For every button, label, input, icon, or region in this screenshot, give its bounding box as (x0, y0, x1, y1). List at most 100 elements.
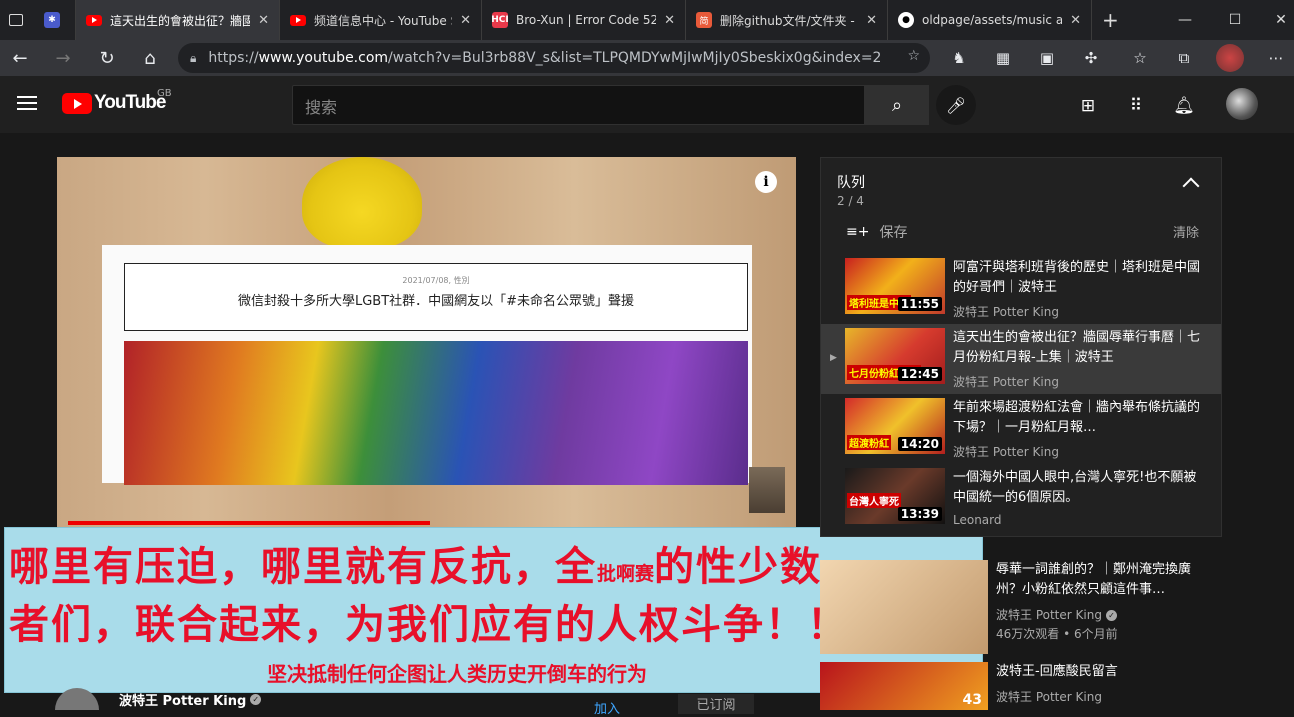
banner-line-1b: 的性少数 (654, 544, 823, 590)
playlist-add-icon: ≡+ (846, 224, 870, 240)
close-icon[interactable]: ✕ (866, 13, 877, 28)
home-button[interactable]: ⌂ (134, 42, 166, 74)
tab-title: 频道信息中心 - YouTube S (314, 13, 453, 28)
search-input[interactable]: 搜索 (292, 85, 865, 125)
video-thumbnail: 台灣人寧死 13:39 (845, 468, 945, 524)
apps-icon[interactable]: ⠿ (1124, 94, 1148, 118)
extension-grid-icon[interactable]: ▦ (989, 44, 1017, 72)
banner-line-1: 哪里有压迫，哪里就有反抗，全批啊赛的性少数 (9, 534, 822, 592)
channel-name: 波特王 Potter King (996, 690, 1102, 704)
queue-title: 队列 (837, 175, 865, 191)
duration-badge: 43 (962, 692, 982, 708)
now-playing-icon: ▶ (830, 353, 837, 363)
thumbnail-caption: 台灣人寧死 (847, 493, 901, 508)
new-tab-button[interactable]: + (1092, 0, 1126, 40)
microphone-icon: 🎤︎ (945, 95, 967, 115)
maximize-button[interactable]: ☐ (1212, 0, 1258, 40)
close-icon[interactable]: ✕ (460, 13, 471, 28)
hci-favicon: HCI (491, 12, 509, 28)
video-thumbnail: 超渡粉紅 14:20 (845, 398, 945, 454)
queue-item-title: 一個海外中國人眼中,台灣人寧死!也不願被中國統一的6個原因。 (953, 470, 1197, 505)
banner-line-2: 者们，联合起来，为我们应有的人权斗争！！ (9, 602, 849, 648)
queue-item[interactable]: 台灣人寧死 13:39 一個海外中國人眼中,台灣人寧死!也不願被中國統一的6個原… (821, 464, 1221, 534)
queue-item-channel: Leonard (953, 513, 1002, 527)
channel-owner-row: 波特王 Potter King ✓ (55, 688, 262, 710)
channel-avatar[interactable] (55, 688, 99, 710)
github-favicon: ● (898, 12, 914, 28)
region-code: GB (157, 88, 172, 99)
extension-square-icon[interactable]: ▣ (1033, 44, 1061, 72)
minimize-button[interactable]: — (1162, 0, 1208, 40)
duration-badge: 13:39 (897, 507, 942, 521)
extensions-puzzle-icon[interactable]: ✣ (1077, 44, 1105, 72)
back-button[interactable]: ← (4, 42, 36, 74)
close-icon[interactable]: ✕ (664, 13, 675, 28)
subscribed-button[interactable]: 已订阅 (678, 694, 754, 714)
youtube-favicon (86, 14, 102, 26)
tab-youtube-video[interactable]: 這天出生的會被出征？牆國 ✕ (76, 0, 280, 40)
tab-actions-button[interactable] (0, 0, 34, 40)
search-button[interactable]: ⌕ (865, 85, 929, 125)
queue-item[interactable]: 超渡粉紅 14:20 年前來場超渡粉紅法會｜牆內舉布條抗議的下場？｜一月粉紅月報… (821, 394, 1221, 464)
reload-button[interactable]: ↻ (91, 42, 123, 74)
tab-github[interactable]: ● oldpage/assets/music at m ✕ (888, 0, 1092, 40)
close-window-button[interactable]: ✕ (1258, 0, 1294, 40)
browser-tab-strip: ✱ 這天出生的會被出征？牆國 ✕ 频道信息中心 - YouTube S ✕ HC… (0, 0, 1294, 40)
profile-avatar[interactable] (1216, 44, 1244, 72)
collapse-chevron-icon[interactable] (1182, 177, 1200, 195)
tab-actions-icon (9, 14, 23, 26)
create-video-icon[interactable]: ⊞ (1076, 94, 1100, 118)
tab-title: 這天出生的會被出征？牆國 (110, 13, 251, 28)
queue-item-title: 這天出生的會被出征？牆國辱華行事曆｜七月份粉紅月報-上集｜波特王 (953, 330, 1201, 365)
url-domain: www.youtube.com (258, 50, 389, 66)
queue-panel: 队列 2 / 4 ≡+ 保存 清除 塔利班是中國 11:55 阿富汗與塔利班背後的… (820, 157, 1222, 537)
queue-item-current[interactable]: ▶ 七月份粉紅月報 12:45 這天出生的會被出征？牆國辱華行事曆｜七月份粉紅月… (821, 324, 1221, 394)
address-bar[interactable]: 🔒︎ https://www.youtube.com/watch?v=Bul3r… (178, 43, 930, 73)
article-headline: 微信封殺十多所大學LGBT社群．中國網友以「#未命名公眾號」聲援 (237, 294, 635, 309)
video-thumbnail: 塔利班是中國 11:55 (845, 258, 945, 314)
notifications-bell-icon[interactable]: 🔔︎ (1172, 94, 1196, 118)
save-queue-button[interactable]: ≡+ 保存 (846, 222, 907, 242)
join-button[interactable]: 加入 (594, 698, 620, 717)
progress-bar[interactable] (68, 521, 430, 525)
queue-item-channel: 波特王 Potter King (953, 445, 1059, 459)
favorites-icon[interactable]: ☆ (1126, 44, 1154, 72)
tab-delete-github[interactable]: 简 删除github文件/文件夹 - ✕ (686, 0, 888, 40)
video-thumbnail: 43 (820, 662, 988, 710)
channel-name: 波特王 Potter King (996, 608, 1102, 622)
clear-queue-button[interactable]: 清除 (1173, 222, 1199, 241)
recommended-video[interactable]: 辱華一詞誰創的？｜鄭州淹完換廣州？小粉紅依然只顧這件事… 波特王 Potter … (820, 560, 1280, 654)
banner-line-1-small: 批啊赛 (597, 563, 655, 585)
browser-toolbar: ← → ↻ ⌂ 🔒︎ https://www.youtube.com/watch… (0, 40, 1294, 76)
info-icon[interactable]: i (755, 171, 777, 193)
url-prefix: https:// (208, 50, 259, 66)
tab-title: 删除github文件/文件夹 - (720, 13, 855, 28)
tab-app[interactable]: ✱ (34, 0, 76, 40)
channel-name[interactable]: 波特王 Potter King (119, 690, 246, 709)
add-favorite-icon[interactable]: ☆ (907, 48, 920, 64)
collections-icon[interactable]: ⧉ (1170, 44, 1198, 72)
close-icon[interactable]: ✕ (1070, 13, 1081, 28)
queue-item[interactable]: 塔利班是中國 11:55 阿富汗與塔利班背後的歷史｜塔利班是中國的好哥們｜波特王… (821, 254, 1221, 324)
recommended-title: 波特王-回應酸民留言 (996, 664, 1118, 679)
close-icon[interactable]: ✕ (258, 13, 269, 28)
more-menu-icon[interactable]: ⋯ (1262, 44, 1290, 72)
lock-icon: 🔒︎ (190, 50, 197, 65)
youtube-logo[interactable]: YouTube GB (62, 88, 172, 114)
youtube-wordmark: YouTube (94, 92, 166, 113)
forward-button[interactable]: → (47, 42, 79, 74)
tab-error-page[interactable]: HCI Bro-Xun | Error Code 520 ✕ (482, 0, 686, 40)
rainbow-flag-photo (124, 341, 748, 485)
tab-youtube-studio[interactable]: 频道信息中心 - YouTube S ✕ (280, 0, 482, 40)
video-thumbnail: 七月份粉紅月報 12:45 (845, 328, 945, 384)
video-player[interactable]: 2021/07/08, 性別 微信封殺十多所大學LGBT社群．中國網友以「#未命… (57, 157, 796, 527)
recommended-channel: 波特王 Potter King ✓ (996, 606, 1117, 623)
menu-icon[interactable] (17, 96, 37, 112)
video-thumbnail (820, 560, 988, 654)
account-avatar[interactable] (1226, 88, 1258, 120)
recommended-video[interactable]: 43 波特王-回應酸民留言 波特王 Potter King (820, 662, 1280, 710)
extension-dog-icon[interactable]: ♞ (945, 44, 973, 72)
voice-search-button[interactable]: 🎤︎ (936, 85, 976, 125)
verified-check-icon: ✓ (1105, 610, 1117, 621)
queue-item-title: 年前來場超渡粉紅法會｜牆內舉布條抗議的下場？｜一月粉紅月報… (953, 400, 1201, 435)
